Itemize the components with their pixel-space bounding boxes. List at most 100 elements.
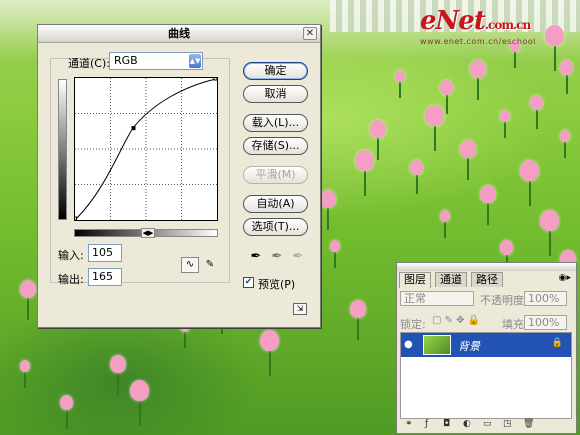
tulip-stem	[565, 73, 568, 94]
tulip	[440, 80, 453, 95]
curve-point-tool-icon[interactable]: ∿	[181, 257, 199, 273]
tulip	[540, 210, 559, 231]
white-eyedropper-icon[interactable]: ✒	[291, 249, 305, 265]
tulip-stem	[27, 296, 29, 320]
tulip-stem	[564, 140, 566, 158]
adjustment-layer-icon[interactable]: ◐	[463, 419, 471, 429]
dialog-title: 曲线	[168, 27, 190, 40]
black-eyedropper-icon[interactable]: ✒	[249, 249, 263, 265]
watermark-logo: eNet.com.cn	[420, 6, 531, 36]
layer-list: ● 背景 🔒	[400, 332, 572, 419]
blend-mode-select[interactable]: 正常	[400, 291, 474, 306]
cancel-button[interactable]: 取消	[243, 85, 308, 103]
tulip-stem	[445, 93, 448, 114]
tulip	[460, 140, 476, 158]
preview-checkbox[interactable]: ✔	[243, 277, 254, 288]
load-button[interactable]: 载入(L)...	[243, 114, 308, 132]
output-field[interactable]: 165	[88, 268, 122, 286]
tulip-stem	[467, 156, 469, 180]
tulip-stem	[433, 124, 436, 151]
save-button[interactable]: 存储(S)...	[243, 137, 308, 155]
layer-name: 背景	[458, 340, 480, 353]
tulip-stem	[528, 179, 531, 206]
tulip-stem	[334, 250, 336, 268]
tab-paths[interactable]: 路径	[471, 272, 503, 287]
tab-layers[interactable]: 图层	[399, 272, 431, 288]
input-field[interactable]: 105	[88, 244, 122, 262]
lock-label: 锁定:	[400, 318, 426, 331]
tulip-stem	[357, 316, 359, 340]
gray-eyedropper-icon[interactable]: ✒	[270, 249, 284, 265]
tulip	[425, 105, 444, 126]
curve-endpoint[interactable]	[213, 76, 218, 81]
pencil-tool-icon[interactable]: ✎	[201, 257, 219, 273]
lock-icon: 🔒	[551, 338, 563, 348]
tulip	[20, 360, 30, 372]
tulip	[350, 300, 366, 318]
mask-icon[interactable]: ◘	[443, 419, 450, 429]
output-label: 输出:	[58, 273, 84, 286]
gradient-toggle-icon[interactable]: ◀▶	[141, 228, 155, 238]
tab-channels[interactable]: 通道	[435, 272, 467, 287]
panel-grip[interactable]	[397, 263, 576, 271]
tulip	[320, 190, 336, 208]
link-icon[interactable]: ⚭	[405, 419, 413, 429]
tulip-stem	[327, 206, 329, 230]
trash-icon[interactable]: 🗑	[523, 419, 534, 429]
tulip-stem	[184, 330, 186, 348]
tulip	[545, 25, 564, 46]
tulip-stem	[65, 408, 68, 429]
chevron-down-icon: ▲▼	[189, 54, 201, 68]
tulip-stem	[415, 173, 418, 194]
channel-value: RGB	[114, 54, 138, 67]
tulip	[530, 95, 543, 110]
tulip-stem	[268, 349, 271, 376]
fill-field[interactable]: 100%	[524, 315, 567, 330]
new-layer-icon[interactable]: ◳	[503, 419, 512, 429]
curves-dialog[interactable]: 曲线 ✕ 通道(C): RGB ▲▼ ◀▶ 输入: 105 输出: 165 ∿ …	[37, 24, 321, 328]
tulip-stem	[24, 370, 26, 388]
group-folder-icon[interactable]: ▭	[483, 419, 492, 429]
close-icon[interactable]: ✕	[303, 27, 317, 40]
layers-panel[interactable]: 图层 通道 路径 ◉▸ 正常 不透明度: 100% 锁定: ▢ ✎ ✥ 🔒 填充…	[396, 262, 577, 434]
curve-graph-svg	[73, 76, 218, 221]
auto-button[interactable]: 自动(A)	[243, 195, 308, 213]
tulip	[110, 355, 126, 373]
tulip-stem	[138, 399, 141, 426]
eye-icon[interactable]: ●	[404, 339, 413, 350]
tulip	[355, 150, 374, 171]
tulip	[60, 395, 73, 410]
dialog-titlebar[interactable]: 曲线 ✕	[38, 25, 320, 43]
tulip	[520, 160, 539, 181]
tulip	[260, 330, 279, 351]
tulip-stem	[399, 80, 401, 98]
tulip	[500, 110, 510, 122]
options-button[interactable]: 选项(T)...	[243, 218, 308, 236]
layer-style-icon[interactable]: ƒ	[425, 419, 428, 429]
tulip-stem	[553, 44, 556, 71]
smooth-button[interactable]: 平滑(M)	[243, 166, 308, 184]
tulip-stem	[504, 120, 506, 138]
tulip	[440, 210, 450, 222]
preview-label: 预览(P)	[258, 278, 296, 291]
curve-control-point[interactable]	[131, 126, 136, 131]
tulip	[330, 240, 340, 252]
curve-graph[interactable]	[73, 76, 218, 221]
opacity-field[interactable]: 100%	[524, 291, 567, 306]
tulip	[500, 240, 513, 255]
panel-menu-icon[interactable]: ◉▸	[559, 273, 571, 283]
lock-options-icon[interactable]: ▢ ✎ ✥ 🔒	[432, 315, 480, 326]
tulip-stem	[477, 76, 479, 100]
expand-view-icon[interactable]: ⇲	[293, 303, 307, 315]
curve-endpoint[interactable]	[73, 216, 77, 221]
channel-select[interactable]: RGB ▲▼	[109, 52, 203, 70]
tulip	[395, 70, 405, 82]
layer-row-background[interactable]: ● 背景 🔒	[401, 333, 571, 357]
tulip	[410, 160, 423, 175]
watermark-url: www.enet.com.cn/eschool	[420, 37, 536, 46]
tulip	[480, 185, 496, 203]
tulip	[370, 120, 386, 138]
tulip-stem	[377, 136, 379, 160]
tulip-stem	[514, 50, 516, 68]
ok-button[interactable]: 确定	[243, 62, 308, 80]
